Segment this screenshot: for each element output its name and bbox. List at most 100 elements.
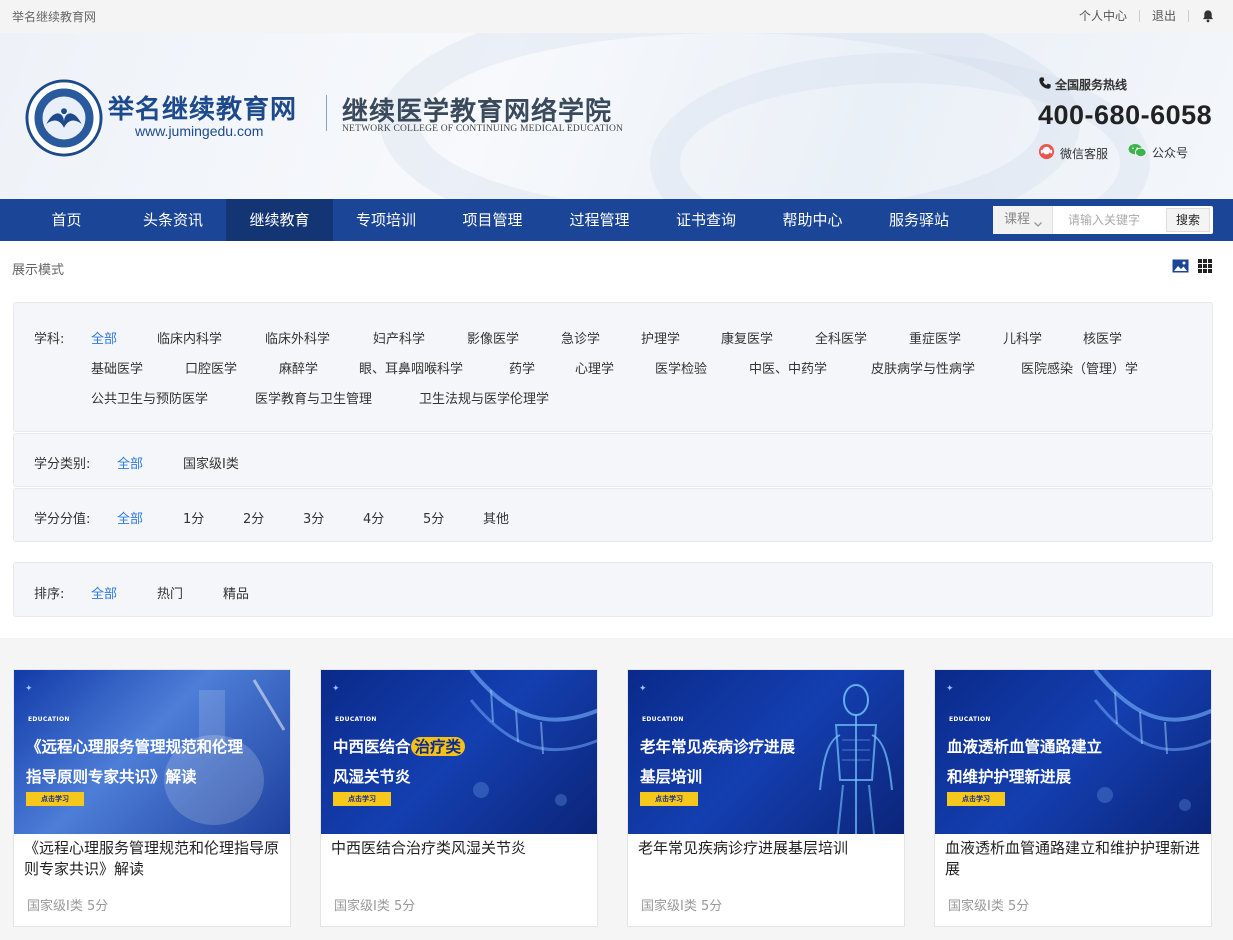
- credit-value-option[interactable]: 2分: [243, 508, 264, 527]
- nav-item-certificate-query[interactable]: 证书查询: [653, 199, 759, 241]
- nav-item-process-management[interactable]: 过程管理: [546, 199, 653, 241]
- personal-center-link[interactable]: 个人中心: [1079, 7, 1127, 24]
- subject-option[interactable]: 全部: [91, 328, 117, 347]
- course-card[interactable]: ✦ EDUCATION 血液透析血管通路建立 和维护护理新进展 点击学习 血液透…: [934, 669, 1212, 927]
- credit-value-filter-panel: 学分分值: 全部 1分 2分 3分 4分 5分 其他: [13, 488, 1213, 542]
- subject-option[interactable]: 妇产科学: [373, 328, 425, 347]
- search-type-select[interactable]: 课程: [993, 206, 1053, 234]
- course-title[interactable]: 《远程心理服务管理规范和伦理指导原则专家共识》解读: [24, 838, 284, 880]
- subject-option[interactable]: 卫生法规与医学伦理学: [419, 388, 549, 407]
- subject-option[interactable]: 儿科学: [1003, 328, 1042, 347]
- course-title[interactable]: 中西医结合治疗类风湿关节炎: [331, 838, 591, 859]
- study-now-badge: 点击学习: [947, 792, 1005, 806]
- course-card[interactable]: ✦ EDUCATION 老年常见疾病诊疗进展 基层培训 点击学习 老年常见疾病诊…: [627, 669, 905, 927]
- credit-type-option[interactable]: 国家级I类: [183, 453, 239, 472]
- course-thumbnail: ✦ EDUCATION 中西医结合 治疗类 风湿关节炎 点击学习: [321, 670, 597, 834]
- credit-value-option[interactable]: 全部: [117, 508, 143, 527]
- subject-option[interactable]: 公共卫生与预防医学: [91, 388, 208, 407]
- course-title[interactable]: 老年常见疾病诊疗进展基层培训: [638, 838, 898, 859]
- credit-value-option[interactable]: 1分: [183, 508, 204, 527]
- top-bar: 举名继续教育网 个人中心 退出: [0, 0, 1233, 33]
- search-type-value: 课程: [1004, 212, 1031, 227]
- hotline-number: 400-680-6058: [1038, 100, 1213, 130]
- credit-value-filter-label: 学分分值:: [34, 512, 91, 527]
- course-card[interactable]: ✦ EDUCATION 《远程心理服务管理规范和伦理 指导原则专家共识》解读 点…: [13, 669, 291, 927]
- thumbnail-title: 《远程心理服务管理规范和伦理 指导原则专家共识》解读: [26, 737, 244, 786]
- course-credit-meta: 国家级I类 5分: [27, 899, 109, 914]
- sparkle-icon: ✦: [946, 684, 954, 694]
- wechat-service-link[interactable]: 微信客服: [1038, 143, 1108, 163]
- subject-option[interactable]: 中医、中药学: [749, 358, 827, 377]
- subject-option[interactable]: 影像医学: [467, 328, 519, 347]
- subject-option[interactable]: 重症医学: [909, 328, 961, 347]
- bell-icon[interactable]: [1201, 9, 1215, 23]
- wechat-icon: [1128, 143, 1147, 161]
- subject-option[interactable]: 口腔医学: [185, 358, 237, 377]
- course-title[interactable]: 血液透析血管通路建立和维护护理新进展: [945, 838, 1205, 880]
- college-title: 继续医学教育网络学院: [342, 97, 613, 127]
- official-account-link[interactable]: 公众号: [1128, 143, 1188, 161]
- credit-value-option[interactable]: 3分: [303, 508, 324, 527]
- search-input[interactable]: [1055, 206, 1165, 234]
- nav-item-home[interactable]: 首页: [13, 199, 120, 241]
- sort-option[interactable]: 精品: [223, 583, 249, 602]
- college-english-title: NETWORK COLLEGE OF CONTINUING MEDICAL ED…: [342, 124, 624, 134]
- display-mode-switch: [1172, 258, 1214, 274]
- credit-type-filter-label: 学分类别:: [34, 457, 91, 472]
- image-view-icon[interactable]: [1172, 258, 1189, 274]
- nav-item-continuing-education[interactable]: 继续教育: [226, 199, 333, 241]
- phone-icon: [1038, 76, 1052, 93]
- nav-item-service-station[interactable]: 服务驿站: [866, 199, 972, 241]
- subject-option[interactable]: 心理学: [575, 358, 614, 377]
- subject-option[interactable]: 全科医学: [815, 328, 867, 347]
- display-mode-label: 展示模式: [12, 263, 65, 278]
- credit-value-option[interactable]: 4分: [363, 508, 384, 527]
- logo-seal-icon[interactable]: [25, 79, 103, 157]
- subject-option[interactable]: 临床外科学: [265, 328, 330, 347]
- user-links: 个人中心 退出: [1079, 7, 1215, 24]
- study-now-badge: 点击学习: [333, 792, 391, 806]
- thumbnail-title: 老年常见疾病诊疗进展 基层培训: [640, 737, 796, 786]
- subject-option[interactable]: 医院感染（管理）学: [1021, 358, 1138, 377]
- sparkle-icon: ✦: [639, 684, 647, 694]
- subject-option[interactable]: 医学检验: [655, 358, 707, 377]
- course-thumbnail: ✦ EDUCATION 《远程心理服务管理规范和伦理 指导原则专家共识》解读 点…: [14, 670, 290, 834]
- main-nav: 首页 头条资讯 继续教育 专项培训 项目管理 过程管理 证书查询 帮助中心 服务…: [0, 199, 1233, 241]
- sparkle-icon: ✦: [332, 684, 340, 694]
- subject-option[interactable]: 医学教育与卫生管理: [255, 388, 372, 407]
- credit-type-option[interactable]: 全部: [117, 453, 143, 472]
- subject-option[interactable]: 急诊学: [561, 328, 600, 347]
- subject-option[interactable]: 眼、耳鼻咽喉科学: [359, 358, 463, 377]
- subject-option[interactable]: 基础医学: [91, 358, 143, 377]
- nav-item-news[interactable]: 头条资讯: [120, 199, 226, 241]
- nav-item-help-center[interactable]: 帮助中心: [759, 199, 866, 241]
- grid-view-icon[interactable]: [1197, 258, 1214, 274]
- brand-divider: [326, 95, 327, 131]
- subject-option[interactable]: 药学: [509, 358, 535, 377]
- subject-option[interactable]: 护理学: [641, 328, 680, 347]
- subject-option[interactable]: 麻醉学: [279, 358, 318, 377]
- thumbnail-title: 中西医结合 治疗类 风湿关节炎: [333, 732, 573, 792]
- logout-link[interactable]: 退出: [1152, 7, 1176, 24]
- subject-option[interactable]: 康复医学: [721, 328, 773, 347]
- divider: [1138, 9, 1140, 22]
- study-now-badge: 点击学习: [26, 792, 84, 806]
- search-button[interactable]: 搜索: [1166, 208, 1210, 232]
- subject-option[interactable]: 临床内科学: [157, 328, 222, 347]
- wechat-service-label: 微信客服: [1060, 146, 1109, 161]
- header-banner: 举名继续教育网 www.jumingedu.com 继续医学教育网络学院 NET…: [0, 33, 1233, 199]
- nav-item-special-training[interactable]: 专项培训: [333, 199, 439, 241]
- credit-value-option[interactable]: 其他: [483, 508, 509, 527]
- sparkle-icon: ✦: [25, 684, 33, 694]
- course-credit-meta: 国家级I类 5分: [948, 899, 1030, 914]
- credit-type-filter-panel: 学分类别: 全部 国家级I类: [13, 433, 1213, 487]
- subject-option[interactable]: 核医学: [1083, 328, 1122, 347]
- customer-service-icon: [1038, 143, 1055, 163]
- credit-value-option[interactable]: 5分: [423, 508, 444, 527]
- sort-option[interactable]: 全部: [91, 583, 117, 602]
- nav-item-project-management[interactable]: 项目管理: [439, 199, 546, 241]
- course-credit-meta: 国家级I类 5分: [334, 899, 416, 914]
- sort-option[interactable]: 热门: [157, 583, 183, 602]
- subject-option[interactable]: 皮肤病学与性病学: [871, 358, 975, 377]
- course-card[interactable]: ✦ EDUCATION 中西医结合 治疗类 风湿关节炎 点击学习 中西医结合治疗类…: [320, 669, 598, 927]
